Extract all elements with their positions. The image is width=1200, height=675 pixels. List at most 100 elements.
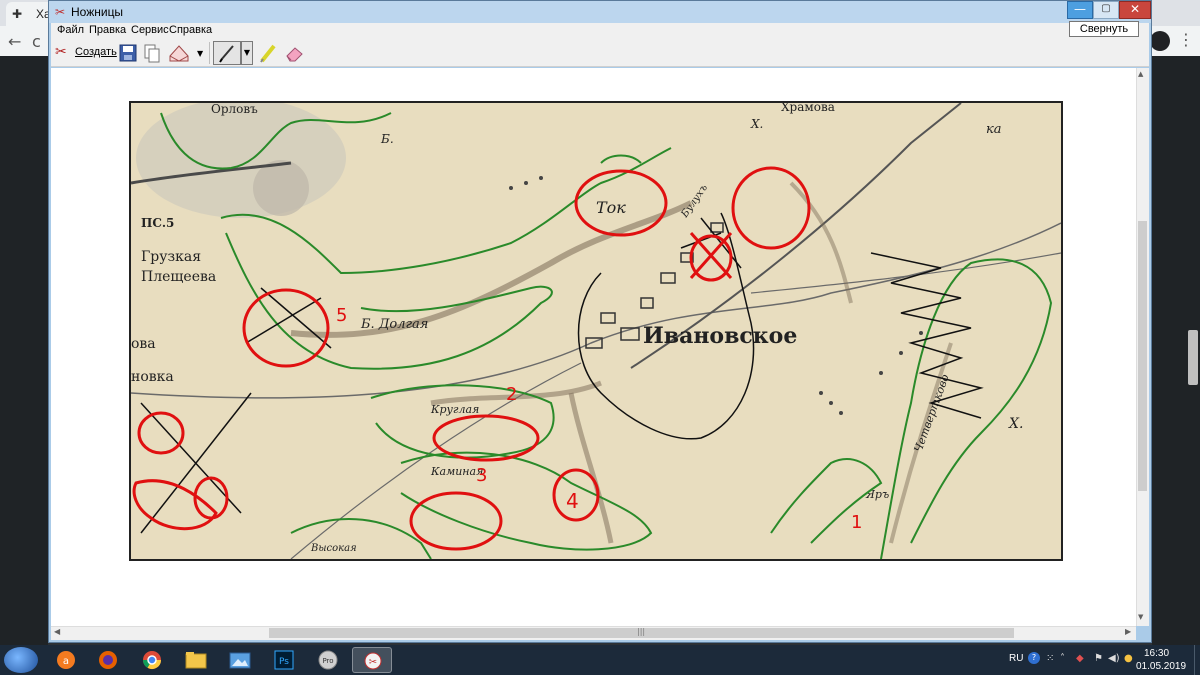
annotation-3: 3	[476, 465, 487, 486]
taskbar-photos[interactable]	[220, 647, 260, 673]
copy-button[interactable]	[141, 42, 163, 64]
svg-text:Pro: Pro	[322, 657, 333, 665]
help-icon[interactable]: ?	[1028, 652, 1040, 664]
menu-file[interactable]: Файл	[57, 24, 84, 36]
taskbar-firefox[interactable]	[88, 647, 128, 673]
image-viewer-icon	[229, 652, 251, 669]
annotation-5: 5	[336, 305, 347, 326]
svg-text:Ps: Ps	[279, 657, 289, 667]
minimize-button[interactable]: —	[1067, 1, 1093, 19]
taskbar-photoshop[interactable]: Ps	[264, 647, 304, 673]
label-ova: ова	[131, 336, 156, 352]
scissors-icon: ✂	[55, 5, 66, 19]
annotation-1: 1	[851, 512, 862, 533]
label-vysokaya: Высокая	[310, 543, 357, 554]
menu-bar: Файл Правка Сервис Справка	[51, 23, 1149, 39]
label-kh: Х.	[1008, 416, 1023, 432]
vertical-scrollbar-thumb[interactable]	[1138, 221, 1147, 491]
taskbar-avast[interactable]: a	[46, 647, 86, 673]
menu-edit[interactable]: Правка	[89, 24, 126, 36]
reload-icon[interactable]: c	[32, 32, 41, 51]
send-snip-button[interactable]	[167, 42, 191, 64]
annotated-map: Ивановское Ток Б. Долгая Грузкая Плещеев…	[131, 103, 1061, 559]
pro-app-icon: Pro	[318, 650, 338, 670]
chevron-down-icon[interactable]: ▼	[197, 49, 203, 58]
toolbar-separator	[209, 42, 210, 64]
pen-icon	[219, 45, 234, 63]
pen-dropdown-chevron-icon[interactable]: ▼	[241, 41, 253, 65]
save-button[interactable]	[117, 42, 139, 64]
label-b: Б.	[380, 132, 394, 146]
scroll-left-arrow-icon[interactable]: ◀	[54, 627, 60, 636]
taskbar-explorer[interactable]	[176, 647, 216, 673]
show-desktop-button[interactable]	[1194, 645, 1200, 675]
taskbar-chrome[interactable]	[132, 647, 172, 673]
new-snip-button[interactable]: ✂ Создать	[53, 42, 117, 64]
label-x1: Х.	[750, 117, 763, 131]
label-gruzkaya: Грузкая	[141, 249, 201, 265]
close-button[interactable]: ✕	[1119, 1, 1151, 19]
clock-date[interactable]: 01.05.2019	[1136, 661, 1186, 672]
chrome-icon	[143, 651, 161, 670]
map-shading	[253, 160, 309, 216]
windows-start-button[interactable]	[4, 647, 38, 673]
eraser-button[interactable]	[283, 42, 305, 64]
folder-icon	[185, 652, 207, 669]
annotation-2: 2	[506, 384, 517, 405]
new-snip-label: Создать	[75, 46, 117, 58]
pen-button[interactable]	[213, 41, 241, 65]
label-novka: новка	[131, 369, 174, 385]
taskbar: a Ps Pro ✂ RU ? ⁙ ˄ ◆ ⚑ ◀) ● 16:30 01.05…	[0, 645, 1200, 675]
menu-help[interactable]: Справка	[169, 24, 212, 36]
avast-icon: a	[57, 651, 75, 669]
menu-dots-icon[interactable]: ⋮	[1178, 30, 1194, 49]
toolbar: ✂ Создать ▼ ▼	[51, 39, 1149, 67]
scroll-right-arrow-icon[interactable]: ▶	[1125, 627, 1131, 636]
language-indicator[interactable]: RU	[1009, 653, 1023, 664]
window-title: Ножницы	[71, 5, 124, 19]
label-village: Ивановское	[643, 323, 797, 349]
label-pleshcheeva: Плещеева	[141, 269, 216, 285]
scroll-up-arrow-icon[interactable]: ▲	[1138, 70, 1143, 78]
envelope-icon	[169, 45, 189, 62]
firefox-icon	[99, 651, 117, 669]
taskbar-snipping-tool[interactable]: ✂	[352, 647, 392, 673]
browser-scrollbar-thumb[interactable]	[1188, 330, 1198, 385]
label-khramova: Храмова	[781, 103, 835, 114]
label-pc5: ПС.5	[141, 216, 174, 230]
profile-avatar[interactable]	[1150, 31, 1170, 51]
title-bar[interactable]: ✂ Ножницы — ▢ ✕	[49, 1, 1151, 23]
annotation-4: 4	[566, 489, 579, 513]
scissors-icon: ✂	[55, 44, 67, 60]
tray-app-icon[interactable]: ◆	[1076, 653, 1084, 664]
scroll-down-arrow-icon[interactable]: ▼	[1138, 613, 1143, 621]
tray-flag-icon[interactable]: ⚑	[1094, 653, 1103, 664]
eraser-icon	[286, 47, 303, 62]
browser-page-left	[0, 56, 48, 645]
svg-text:a: a	[63, 656, 69, 667]
label-kruglaya: Круглая	[430, 403, 479, 416]
taskbar-pro-app[interactable]: Pro	[308, 647, 348, 673]
copy-icon	[144, 44, 160, 63]
maximize-button[interactable]: ▢	[1093, 1, 1119, 19]
tray-chevron-icon[interactable]: ˄	[1060, 653, 1065, 664]
label-tok: Ток	[596, 198, 626, 217]
floppy-disk-icon	[119, 44, 137, 62]
back-arrow-icon[interactable]: ←	[8, 32, 21, 51]
puzzle-icon: ✚	[12, 7, 23, 21]
highlighter-icon	[260, 44, 276, 63]
label-b-dolgaya: Б. Долгая	[360, 317, 428, 332]
volume-icon[interactable]: ◀)	[1108, 653, 1120, 664]
snip-canvas: Ивановское Ток Б. Долгая Грузкая Плещеев…	[51, 68, 1136, 626]
scrollbar-grip-icon: |||	[637, 627, 646, 636]
menu-service[interactable]: Сервис	[131, 24, 169, 36]
label-orlov: Орловъ	[211, 103, 258, 116]
minimize-tooltip: Свернуть	[1069, 21, 1139, 37]
clock-time[interactable]: 16:30	[1144, 648, 1169, 659]
tray-status-icon[interactable]: ●	[1124, 653, 1133, 664]
map-image: Ивановское Ток Б. Долгая Грузкая Плещеев…	[129, 101, 1063, 561]
snipping-tool-window: ✂ Ножницы — ▢ ✕ Свернуть Файл Правка Сер…	[48, 0, 1152, 643]
tray-network-icon[interactable]: ⁙	[1046, 653, 1054, 664]
svg-text:✂: ✂	[369, 657, 377, 668]
highlighter-button[interactable]	[257, 42, 279, 64]
